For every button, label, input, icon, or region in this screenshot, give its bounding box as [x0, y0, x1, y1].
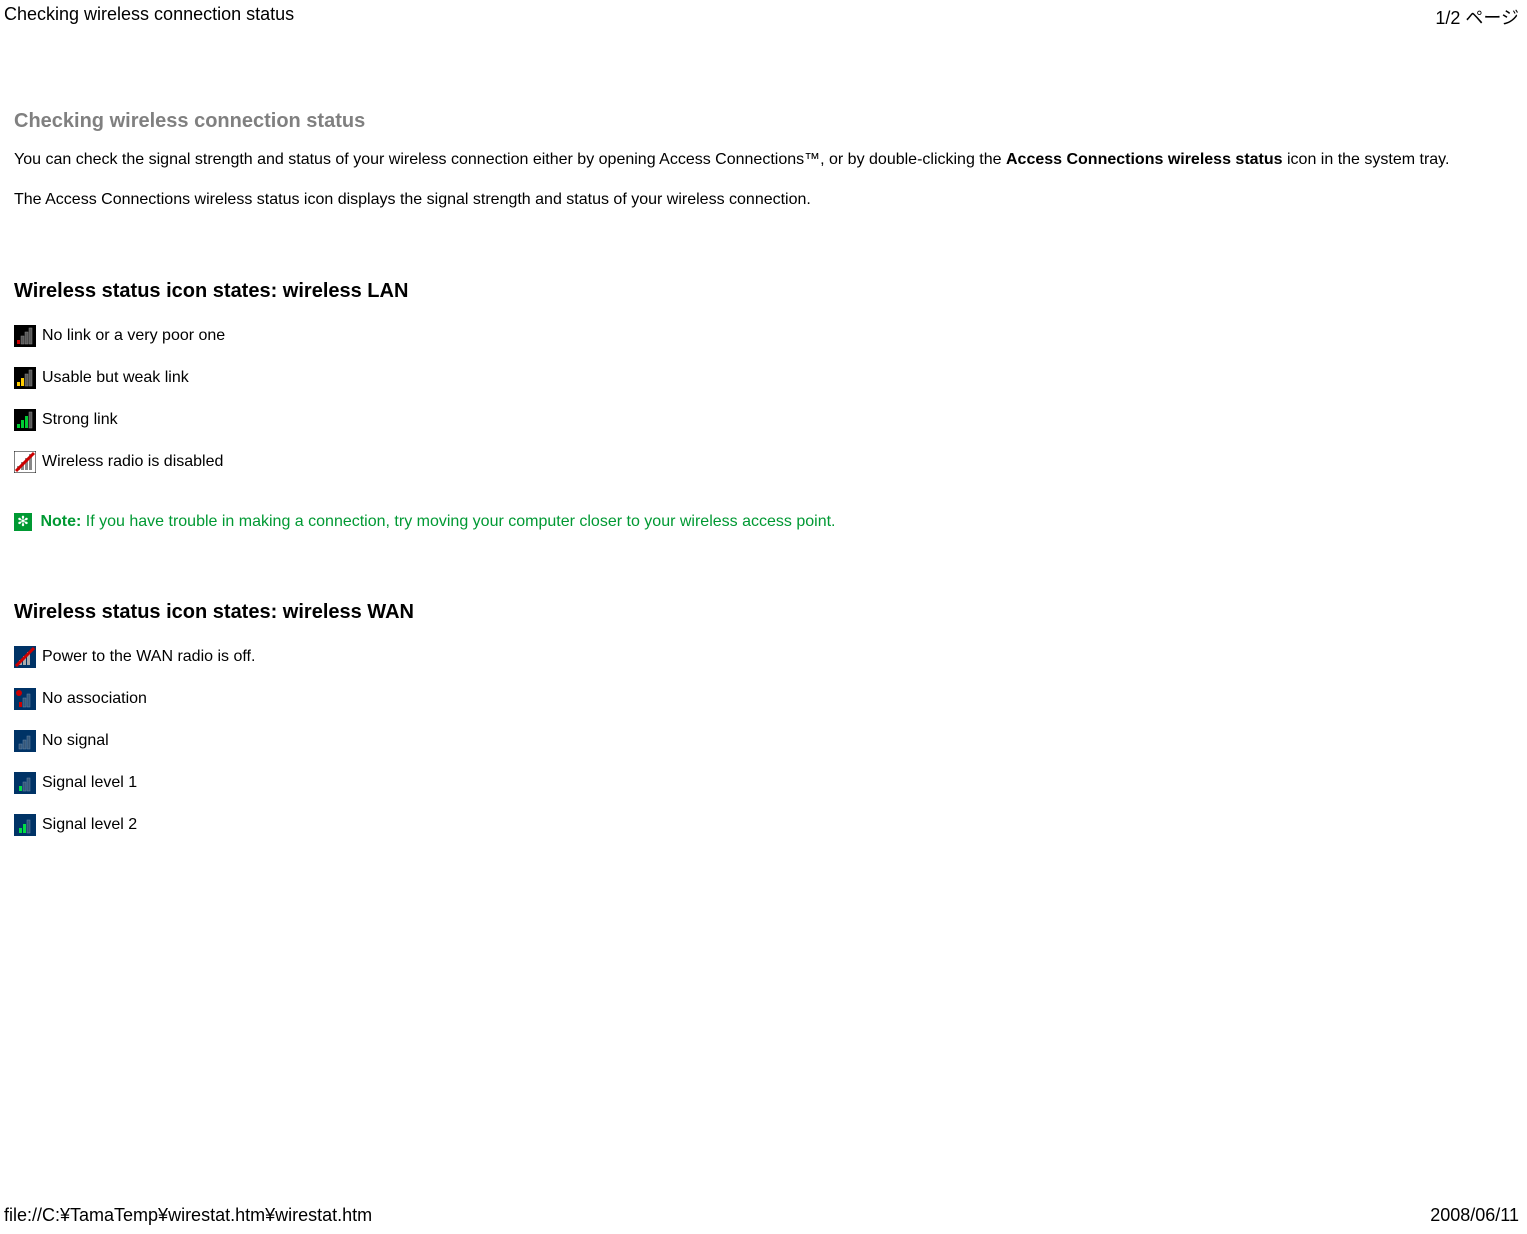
wan-no-association-icon	[14, 688, 36, 710]
page-footer: file://C:¥TamaTemp¥wirestat.htm¥wirestat…	[0, 1205, 1527, 1230]
note-asterisk-icon	[14, 513, 32, 531]
lan-item-label: Wireless radio is disabled	[42, 453, 223, 471]
footer-path: file://C:¥TamaTemp¥wirestat.htm¥wirestat…	[4, 1205, 372, 1226]
intro-text-2: icon in the system tray.	[1283, 151, 1450, 168]
wan-signal-2-icon	[14, 814, 36, 836]
page-header: Checking wireless connection status 1/2 …	[0, 0, 1527, 30]
lan-item-no-link: No link or a very poor one	[14, 325, 1513, 347]
intro-paragraph-2: The Access Connections wireless status i…	[14, 189, 1513, 211]
footer-date: 2008/06/11	[1430, 1205, 1519, 1226]
intro-bold-text: Access Connections wireless status	[1006, 151, 1283, 168]
wan-no-signal-icon	[14, 730, 36, 752]
wan-item-no-association: No association	[14, 688, 1513, 710]
lan-item-label: No link or a very poor one	[42, 327, 225, 345]
note-row: Note: If you have trouble in making a co…	[14, 513, 1513, 531]
lan-section-title: Wireless status icon states: wireless LA…	[14, 280, 1513, 303]
intro-text-1: You can check the signal strength and st…	[14, 151, 1006, 168]
lan-item-label: Strong link	[42, 411, 118, 429]
signal-weak-icon	[14, 367, 36, 389]
wan-item-label: No association	[42, 690, 147, 708]
intro-section: You can check the signal strength and st…	[14, 149, 1513, 210]
lan-item-label: Usable but weak link	[42, 369, 189, 387]
header-title: Checking wireless connection status	[4, 4, 294, 30]
wan-item-label: No signal	[42, 732, 109, 750]
wan-item-label: Power to the WAN radio is off.	[42, 648, 255, 666]
signal-strong-icon	[14, 409, 36, 431]
lan-item-weak-link: Usable but weak link	[14, 367, 1513, 389]
note-label: Note:	[40, 513, 81, 530]
wan-item-signal-2: Signal level 2	[14, 814, 1513, 836]
signal-disabled-icon	[14, 451, 36, 473]
lan-item-strong-link: Strong link	[14, 409, 1513, 431]
wan-item-power-off: Power to the WAN radio is off.	[14, 646, 1513, 668]
wan-power-off-icon	[14, 646, 36, 668]
signal-no-link-icon	[14, 325, 36, 347]
wan-item-label: Signal level 2	[42, 816, 137, 834]
wan-item-signal-1: Signal level 1	[14, 772, 1513, 794]
page-title: Checking wireless connection status	[14, 110, 1513, 133]
lan-item-disabled: Wireless radio is disabled	[14, 451, 1513, 473]
wan-item-label: Signal level 1	[42, 774, 137, 792]
intro-paragraph-1: You can check the signal strength and st…	[14, 149, 1513, 171]
wan-section-title: Wireless status icon states: wireless WA…	[14, 601, 1513, 624]
content-area: Checking wireless connection status You …	[0, 30, 1527, 866]
note-text: If you have trouble in making a connecti…	[81, 513, 835, 530]
wan-item-no-signal: No signal	[14, 730, 1513, 752]
header-page-info: 1/2 ページ	[1435, 4, 1519, 30]
wan-signal-1-icon	[14, 772, 36, 794]
